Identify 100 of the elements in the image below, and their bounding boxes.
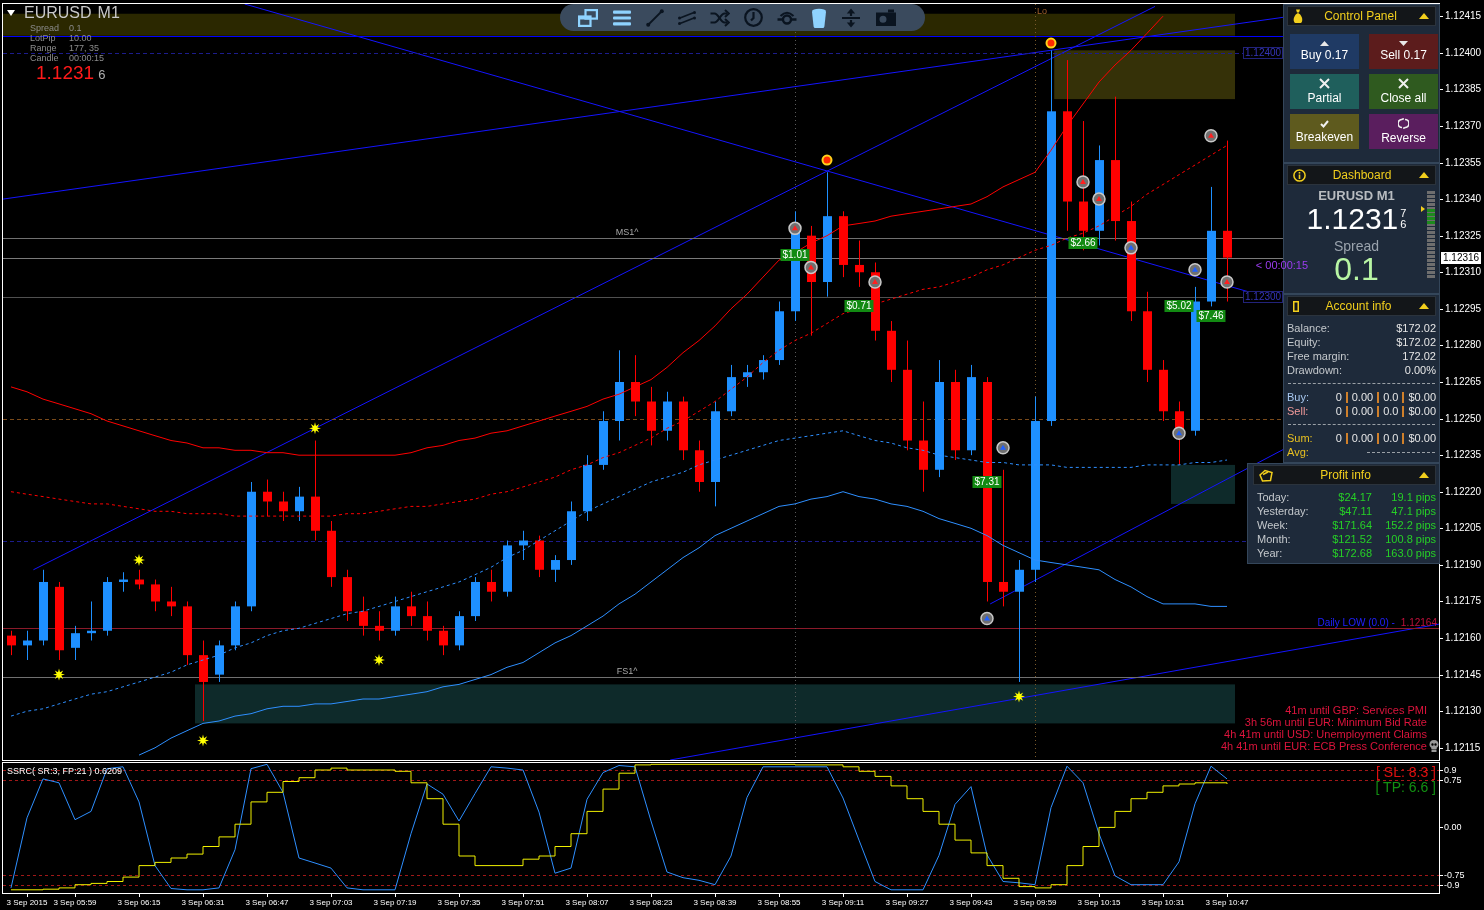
time-tick-label: 3 Sep 09:27 [885, 897, 929, 908]
candle [679, 396, 688, 461]
star-marker [373, 654, 385, 666]
candle [87, 601, 96, 641]
position-value: $0.00 [1408, 404, 1436, 418]
price-zone [1171, 464, 1235, 504]
candle [439, 625, 448, 656]
up-triangle-icon [1320, 41, 1329, 46]
candle [359, 596, 368, 637]
close-all-button[interactable]: Close all [1369, 74, 1438, 109]
price-tick-label: 1.12385 [1445, 83, 1482, 96]
panel-title: Account info [1324, 299, 1393, 313]
position-value: 0.00 [1351, 431, 1374, 445]
time-tick-label: 3 Sep 08:23 [629, 897, 673, 908]
candle [295, 486, 304, 522]
circular-arrows-icon [1398, 118, 1409, 129]
time-tick-label: 3 Sep 09:11 [821, 897, 865, 908]
indicator-tick-label: 0.9 [1444, 765, 1457, 775]
price-tick-label: 1.12325 [1445, 229, 1482, 242]
profit-amount: $47.11 [1338, 504, 1372, 518]
candle [183, 601, 192, 666]
account-label: Equity: [1287, 335, 1321, 349]
daily-low-label: Daily LOW (0.0) - [1317, 617, 1395, 629]
candle [407, 591, 416, 627]
position-value: 0 [1335, 390, 1342, 404]
price-tick-label: 1.12130 [1445, 705, 1482, 718]
star-marker [133, 554, 145, 566]
profit-label: $0.71 [844, 300, 874, 313]
profit-label: $7.46 [1196, 310, 1226, 323]
candle [839, 210, 848, 278]
candle [167, 586, 176, 617]
price-tick-label: 1.12205 [1445, 522, 1482, 535]
spread-label: Spread [1333, 238, 1380, 254]
partial-close-button[interactable]: Partial [1290, 74, 1359, 109]
candle [423, 601, 432, 641]
level-label: FS1^ [616, 666, 638, 677]
time-tick-label: 3 Sep 08:55 [757, 897, 801, 908]
profit-pips: 100.8 pips [1384, 532, 1436, 546]
breakeven-button[interactable]: Breakeven [1290, 114, 1359, 149]
info-label: Range [30, 43, 58, 53]
info-label: Candle [30, 53, 60, 63]
symbol-name: EURUSD [24, 4, 92, 22]
position-label: Buy: [1287, 390, 1309, 404]
price-tick-label: 1.12235 [1445, 449, 1482, 462]
candle [551, 554, 560, 583]
period-label: Today: [1257, 490, 1291, 504]
account-value: 0.00% [1404, 363, 1436, 377]
position-value: 0.0 [1383, 390, 1399, 404]
x-icon [1398, 78, 1409, 89]
account-label: Free margin: [1287, 349, 1350, 363]
trade-marker [1188, 263, 1202, 277]
position-label: Sell: [1287, 404, 1309, 418]
time-tick-label: 3 Sep 07:51 [501, 897, 545, 908]
pointer-icon [1421, 206, 1425, 213]
position-value: $0.00 [1408, 390, 1436, 404]
price-superscript: 7 [1400, 208, 1407, 219]
news-item: 41m until GBP: Services PMI [1285, 704, 1427, 716]
account-label: Balance: [1287, 321, 1330, 335]
sell-button[interactable]: Sell 0.17 [1369, 34, 1438, 69]
info-value: 0.1 [69, 23, 83, 33]
windows-icon[interactable] [578, 8, 598, 27]
bid-price: 1.1231 [1306, 204, 1399, 234]
candle [631, 354, 640, 417]
period-label: Week: [1257, 518, 1289, 532]
triangle-icon[interactable] [7, 10, 15, 16]
price-tick-label: 1.12175 [1445, 595, 1482, 608]
time-tick-label: 3 Sep 06:31 [181, 897, 225, 908]
panel-title: Profit info [1319, 468, 1372, 482]
candle [759, 354, 768, 381]
time-tick-label: 3 Sep 05:59 [53, 897, 97, 908]
profit-amount: $121.52 [1331, 532, 1372, 546]
daily-low-value: 1.12164 [1400, 617, 1437, 629]
candle [775, 301, 784, 366]
buy-button[interactable]: Buy 0.17 [1290, 34, 1359, 69]
price-tick-label: 1.12280 [1445, 339, 1482, 352]
price-tick-label: 1.12190 [1445, 558, 1482, 571]
candle [279, 491, 288, 522]
time-tick-label: 3 Sep 09:59 [1013, 897, 1057, 908]
price-level-label: 1.12400 [1243, 46, 1284, 59]
down-triangle-icon [1399, 41, 1408, 46]
trade-marker [868, 275, 882, 289]
candle-timer: < 00:00:15 [1255, 258, 1309, 271]
info-label: Spread [30, 23, 61, 33]
menu-icon[interactable] [612, 9, 632, 26]
account-value: $172.02 [1396, 321, 1436, 335]
candle [343, 569, 352, 622]
reverse-button[interactable]: Reverse [1369, 114, 1438, 149]
symbol-label: EURUSD M1 [1318, 188, 1395, 203]
trade-marker [1204, 128, 1218, 143]
price-subscript: 6 [1400, 219, 1407, 230]
time-tick-label: 3 Sep 08:39 [693, 897, 737, 908]
money-bag-icon [1293, 9, 1303, 23]
price-tick-label: 1.12250 [1445, 412, 1482, 425]
trash-icon[interactable] [811, 7, 827, 28]
candle [535, 535, 544, 578]
time-tick-label: 3 Sep 10:47 [1205, 897, 1249, 908]
candle [391, 596, 400, 637]
indicator-tick-label: -0.75 [1444, 870, 1465, 880]
star-marker [309, 422, 321, 435]
price-tick-label: 1.12340 [1445, 193, 1482, 206]
